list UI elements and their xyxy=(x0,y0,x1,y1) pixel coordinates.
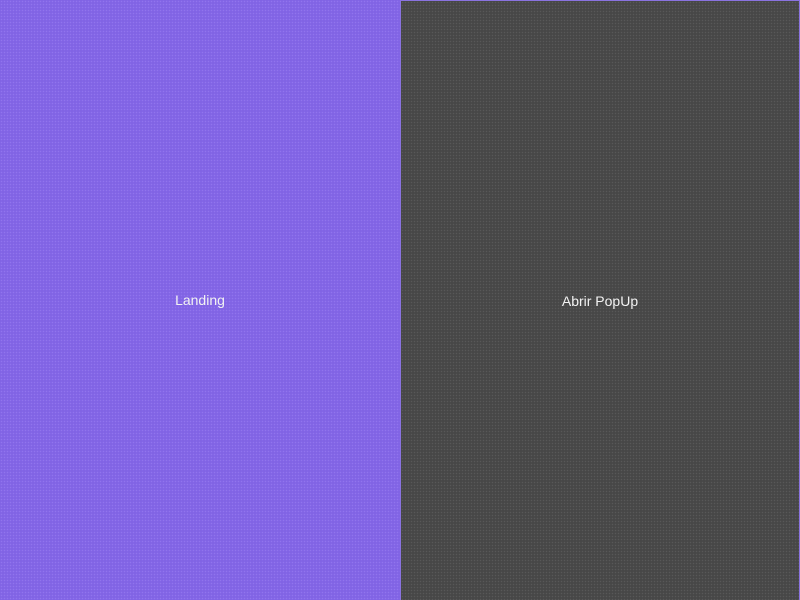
open-popup-label: Abrir PopUp xyxy=(561,292,639,309)
landing-panel[interactable]: Landing xyxy=(0,0,400,600)
split-layout: Landing Abrir PopUp xyxy=(0,0,800,600)
open-popup-panel[interactable]: Abrir PopUp xyxy=(400,0,800,600)
landing-label: Landing xyxy=(175,292,225,308)
